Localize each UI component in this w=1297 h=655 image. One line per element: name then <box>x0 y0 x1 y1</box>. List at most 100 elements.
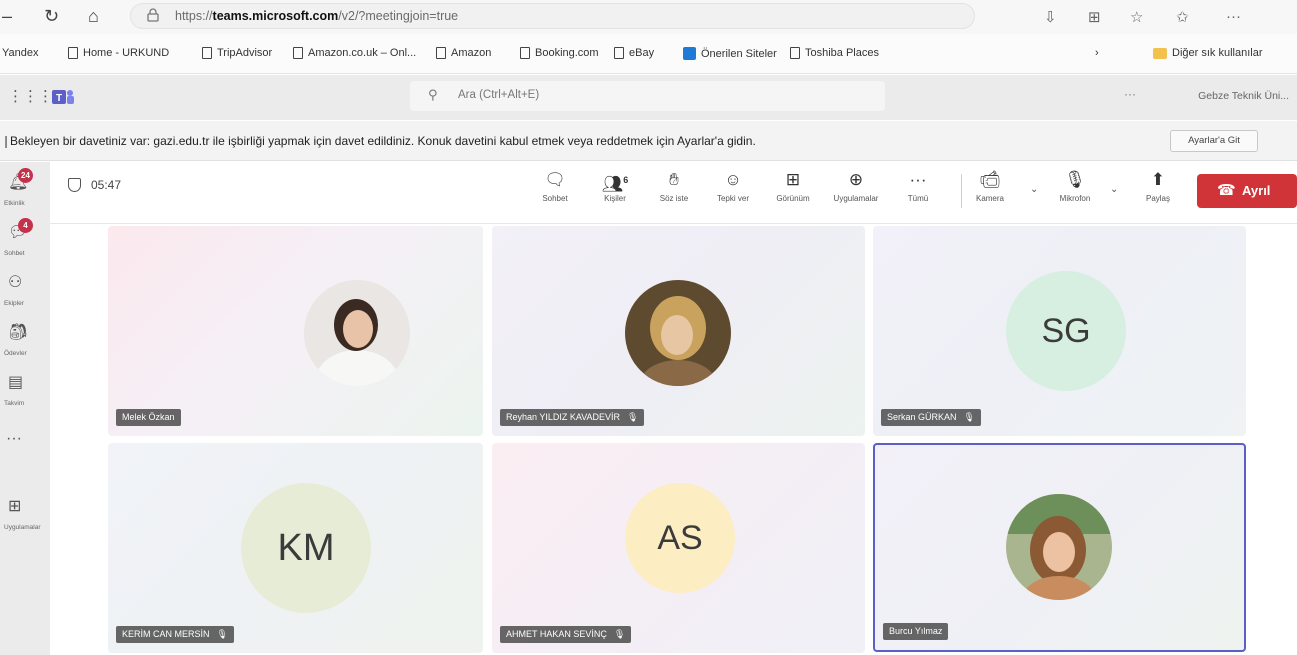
participant-name: Burcu Yılmaz <box>883 623 949 640</box>
meeting-toolbar: 05:47 🗨︎ Sohbet 👥︎6 Kişiler ✋︎ Söz iste … <box>50 162 1297 224</box>
mic-options-chevron-icon[interactable]: ⌄ <box>1110 184 1118 195</box>
teams-icon: ⚇ <box>8 274 23 291</box>
participant-tile[interactable]: Reyhan YILDIZ KAVADEVİR 🎙︎ <box>492 226 865 436</box>
page-icon <box>293 47 303 59</box>
share-button[interactable]: ⬆︎ Paylaş <box>1138 168 1178 203</box>
participant-count: 6 <box>623 175 629 185</box>
participant-tile[interactable]: AS AHMET HAKAN SEVİNÇ 🎙︎ <box>492 443 865 653</box>
people-icon: 👥︎6 <box>601 174 629 194</box>
bookmarks-bar: Yandex Home - URKUND TripAdvisor Amazon.… <box>0 34 1297 74</box>
url-text: https://teams.microsoft.com/v2/?meetingj… <box>175 9 459 23</box>
bookmark-booking[interactable]: Booking.com <box>520 47 599 59</box>
participant-tile[interactable]: SG Serkan GÜRKAN 🎙︎ <box>873 226 1246 436</box>
participant-avatar-photo <box>1006 494 1112 600</box>
chevron-right-icon[interactable]: › <box>1095 47 1099 59</box>
address-bar[interactable]: https://teams.microsoft.com/v2/?meetingj… <box>130 3 975 29</box>
calendar-icon: ▤ <box>8 374 24 391</box>
browser-toolbar: – ↻ ⌂ https://teams.microsoft.com/v2/?me… <box>0 0 1297 34</box>
bookmark-yandex[interactable]: Yandex <box>2 47 39 59</box>
rail-item-teams[interactable]: ⚇ Ekipler <box>0 268 50 312</box>
page-icon <box>68 47 78 59</box>
apps-icon: ⊞ <box>8 498 22 515</box>
rail-item-more[interactable]: ··· <box>0 424 50 454</box>
more-icon[interactable]: ··· <box>1226 8 1241 25</box>
microphone-button[interactable]: 🎙︎ Mikrofon <box>1050 168 1100 203</box>
camera-off-icon: 📹︎ <box>979 170 1001 189</box>
mic-icon: 🎙︎ <box>1064 170 1086 189</box>
back-icon[interactable]: – <box>2 6 12 27</box>
refresh-icon[interactable]: ↻ <box>44 6 59 27</box>
page-icon <box>436 47 446 59</box>
search-placeholder: Ara (Ctrl+Alt+E) <box>458 89 540 101</box>
meeting-stage: Melek Özkan Reyhan YILDIZ KAVADEVİR 🎙︎ SG… <box>50 224 1297 655</box>
chat-button[interactable]: 🗨︎ Sohbet <box>535 168 575 203</box>
mic-muted-icon: 🎙︎ <box>963 412 975 422</box>
bookmark-amazon[interactable]: Amazon <box>436 47 491 59</box>
rail-item-calendar[interactable]: ▤ Takvim <box>0 368 50 412</box>
leave-button[interactable]: ☎︎ Ayrıl <box>1197 174 1297 208</box>
view-button[interactable]: ⊞ Görünüm <box>768 168 818 203</box>
participant-name: KERİM CAN MERSİN 🎙︎ <box>116 626 234 643</box>
home-icon[interactable]: ⌂ <box>88 6 99 27</box>
download-icon[interactable]: ⇩ <box>1044 8 1057 26</box>
banner-text: ❘ Bekleyen bir davetiniz var: gazi.edu.tr… <box>1 134 756 148</box>
app-launcher-icon[interactable]: ⋮⋮⋮ <box>8 87 53 105</box>
camera-button[interactable]: 📹︎ Kamera <box>970 168 1010 203</box>
teams-logo-icon[interactable]: T <box>52 88 74 106</box>
mic-muted-icon: 🎙︎ <box>627 412 639 422</box>
participant-initials-avatar: SG <box>1006 271 1126 391</box>
search-icon: ⚲ <box>428 87 438 102</box>
favorites-icon[interactable]: ✩ <box>1176 8 1189 26</box>
raise-hand-button[interactable]: ✋︎ Söz iste <box>654 168 694 203</box>
bookmark-tripadvisor[interactable]: TripAdvisor <box>202 47 272 59</box>
info-icon: ❘ <box>1 134 12 148</box>
page-icon <box>202 47 212 59</box>
participant-avatar-photo <box>304 280 410 386</box>
bookmark-amazon-uk[interactable]: Amazon.co.uk – Onl... <box>293 47 416 59</box>
camera-options-chevron-icon[interactable]: ⌄ <box>1030 184 1038 195</box>
emoji-icon: ☺ <box>724 170 742 189</box>
react-button[interactable]: ☺ Tepki ver <box>713 168 753 203</box>
suggested-sites-icon <box>683 47 696 60</box>
participant-name: Serkan GÜRKAN 🎙︎ <box>881 409 981 426</box>
more-icon[interactable]: ··· <box>1124 87 1136 101</box>
participant-name: Reyhan YILDIZ KAVADEVİR 🎙︎ <box>500 409 645 426</box>
rail-item-assignments[interactable]: 🎒︎ Ödevler <box>0 318 50 362</box>
rail-item-activity[interactable]: 🔔︎ 24 Etkinlik <box>0 168 50 212</box>
rail-item-chat[interactable]: 💬︎ 4 Sohbet <box>0 218 50 262</box>
more-icon: ··· <box>6 430 22 447</box>
participant-name: Melek Özkan <box>116 409 181 426</box>
view-icon: ⊞ <box>785 170 801 189</box>
chat-icon: 🗨︎ <box>544 170 566 189</box>
more-icon: ··· <box>909 170 927 189</box>
bookmark-suggested-sites[interactable]: Önerilen Siteler <box>683 47 777 60</box>
collections-icon[interactable]: ⊞ <box>1088 8 1101 26</box>
participant-tile-active-speaker[interactable]: Burcu Yılmaz <box>873 443 1246 652</box>
svg-text:T: T <box>56 93 62 104</box>
participant-tile[interactable]: KM KERİM CAN MERSİN 🎙︎ <box>108 443 483 653</box>
shield-icon <box>68 178 81 192</box>
chat-badge: 4 <box>18 218 33 233</box>
participant-name: AHMET HAKAN SEVİNÇ 🎙︎ <box>500 626 632 643</box>
assignments-icon: 🎒︎ <box>8 324 29 341</box>
bookmark-ebay[interactable]: eBay <box>614 47 654 59</box>
bookmark-urkund[interactable]: Home - URKUND <box>68 47 169 59</box>
search-input[interactable]: ⚲ Ara (Ctrl+Alt+E) <box>410 81 885 111</box>
apps-button[interactable]: ⊕ Uygulamalar <box>828 168 884 203</box>
participant-initials-avatar: KM <box>241 483 371 613</box>
bookmark-other-favorites[interactable]: Diğer sık kullanılar <box>1153 47 1262 59</box>
favorite-star-icon[interactable]: ☆ <box>1130 8 1143 26</box>
share-icon: ⬆︎ <box>1150 170 1166 189</box>
activity-badge: 24 <box>18 168 33 183</box>
people-button[interactable]: 👥︎6 Kişiler <box>595 168 635 203</box>
org-switcher[interactable]: Gebze Teknik Üni... <box>1198 90 1289 102</box>
participant-initials-avatar: AS <box>625 483 735 593</box>
participant-tile[interactable]: Melek Özkan <box>108 226 483 436</box>
bookmark-toshiba[interactable]: Toshiba Places <box>790 47 879 59</box>
raise-hand-icon: ✋︎ <box>669 170 679 189</box>
participant-avatar-photo <box>625 280 731 386</box>
go-to-settings-button[interactable]: Ayarlar'a Git <box>1170 130 1258 152</box>
hang-up-icon: ☎︎ <box>1217 182 1236 199</box>
more-actions-button[interactable]: ··· Tümü <box>898 168 938 203</box>
rail-item-apps[interactable]: ⊞ Uygulamalar <box>0 492 50 536</box>
